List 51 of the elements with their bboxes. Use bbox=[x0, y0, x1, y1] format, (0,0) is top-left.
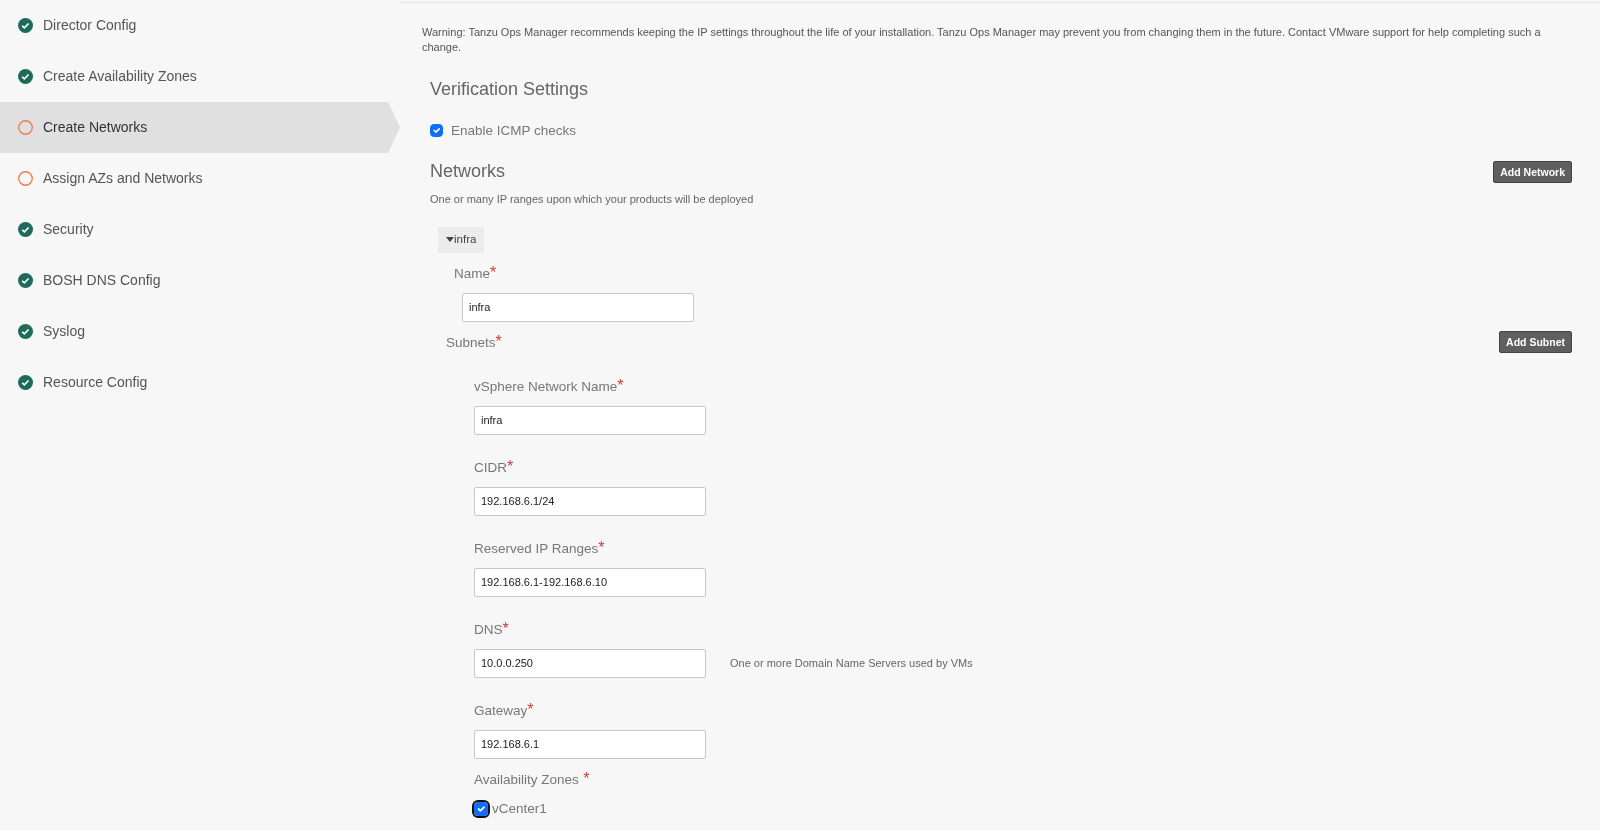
text-field[interactable]: 192.168.6.1/24 bbox=[474, 486, 706, 516]
section-heading: Networks bbox=[429, 161, 505, 183]
required-mark: * bbox=[527, 700, 534, 718]
check-circle-icon bbox=[18, 324, 33, 339]
sidebar-item[interactable]: Assign AZs and Networks bbox=[0, 153, 392, 204]
checkbox[interactable] bbox=[430, 124, 443, 138]
field-label: CIDR bbox=[474, 459, 507, 475]
checkbox[interactable] bbox=[474, 801, 488, 816]
check-circle-icon bbox=[18, 222, 33, 237]
description-text: One or many IP ranges upon which your products will be deployed bbox=[429, 191, 755, 207]
required-mark: * bbox=[598, 538, 605, 556]
sidebar-item[interactable]: Resource Config bbox=[0, 357, 392, 408]
field-label: DNS bbox=[474, 621, 503, 637]
add-subnet-button[interactable]: Add Subnet bbox=[1499, 330, 1572, 353]
sidebar-item[interactable]: BOSH DNS Config bbox=[0, 255, 392, 306]
caret-icon bbox=[446, 237, 454, 244]
sidebar-item[interactable]: Syslog bbox=[0, 306, 392, 357]
warning-text: Warning: Tanzu Ops Manager recommends keeping the IP settings throughout the life of your installation. Tanzu Ops Manager may prevent you from changing them in the future. Contact VMware support for help completing such a change. bbox=[422, 25, 1542, 55]
text-field[interactable]: 192.168.6.1 bbox=[474, 729, 706, 759]
section-heading: Verification Settings bbox=[429, 79, 590, 101]
required-mark: * bbox=[617, 376, 624, 394]
field-label: Subnets bbox=[446, 334, 496, 350]
field-label: vSphere Network Name bbox=[474, 378, 618, 394]
field-label: Gateway bbox=[474, 702, 528, 718]
circle-icon bbox=[18, 171, 33, 186]
network-toggle[interactable]: infra bbox=[438, 227, 485, 253]
sidebar-item[interactable]: Create Availability Zones bbox=[0, 51, 392, 102]
text-field[interactable]: 10.0.0.250 bbox=[474, 648, 706, 678]
required-mark: * bbox=[490, 263, 497, 281]
text-field[interactable]: 192.168.6.1-192.168.6.10 bbox=[474, 567, 706, 597]
field-label: Name bbox=[454, 265, 490, 281]
required-mark: * bbox=[495, 332, 502, 350]
required-mark: * bbox=[583, 769, 590, 787]
text-field[interactable]: infra bbox=[474, 405, 706, 435]
checkbox-label: Enable ICMP checks bbox=[451, 121, 577, 140]
circle-icon bbox=[18, 120, 33, 135]
sidebar-item[interactable]: Security bbox=[0, 204, 392, 255]
field-label: Availability Zones bbox=[474, 771, 579, 787]
field-label: Reserved IP Ranges bbox=[474, 540, 599, 556]
check-circle-icon bbox=[18, 69, 33, 84]
check-circle-icon bbox=[18, 273, 33, 288]
required-mark: * bbox=[502, 619, 509, 637]
required-mark: * bbox=[507, 457, 514, 475]
sidebar-item[interactable]: Create Networks bbox=[0, 102, 400, 153]
text-field[interactable]: infra bbox=[462, 292, 694, 322]
check-circle-icon bbox=[18, 18, 33, 33]
sidebar-item[interactable]: Director Config bbox=[0, 0, 392, 51]
add-network-button[interactable]: Add Network bbox=[1493, 160, 1572, 183]
checkbox-label: vCenter1 bbox=[492, 799, 547, 818]
hint-text: One or more Domain Name Servers used by VMs bbox=[730, 655, 973, 671]
check-circle-icon bbox=[18, 375, 33, 390]
